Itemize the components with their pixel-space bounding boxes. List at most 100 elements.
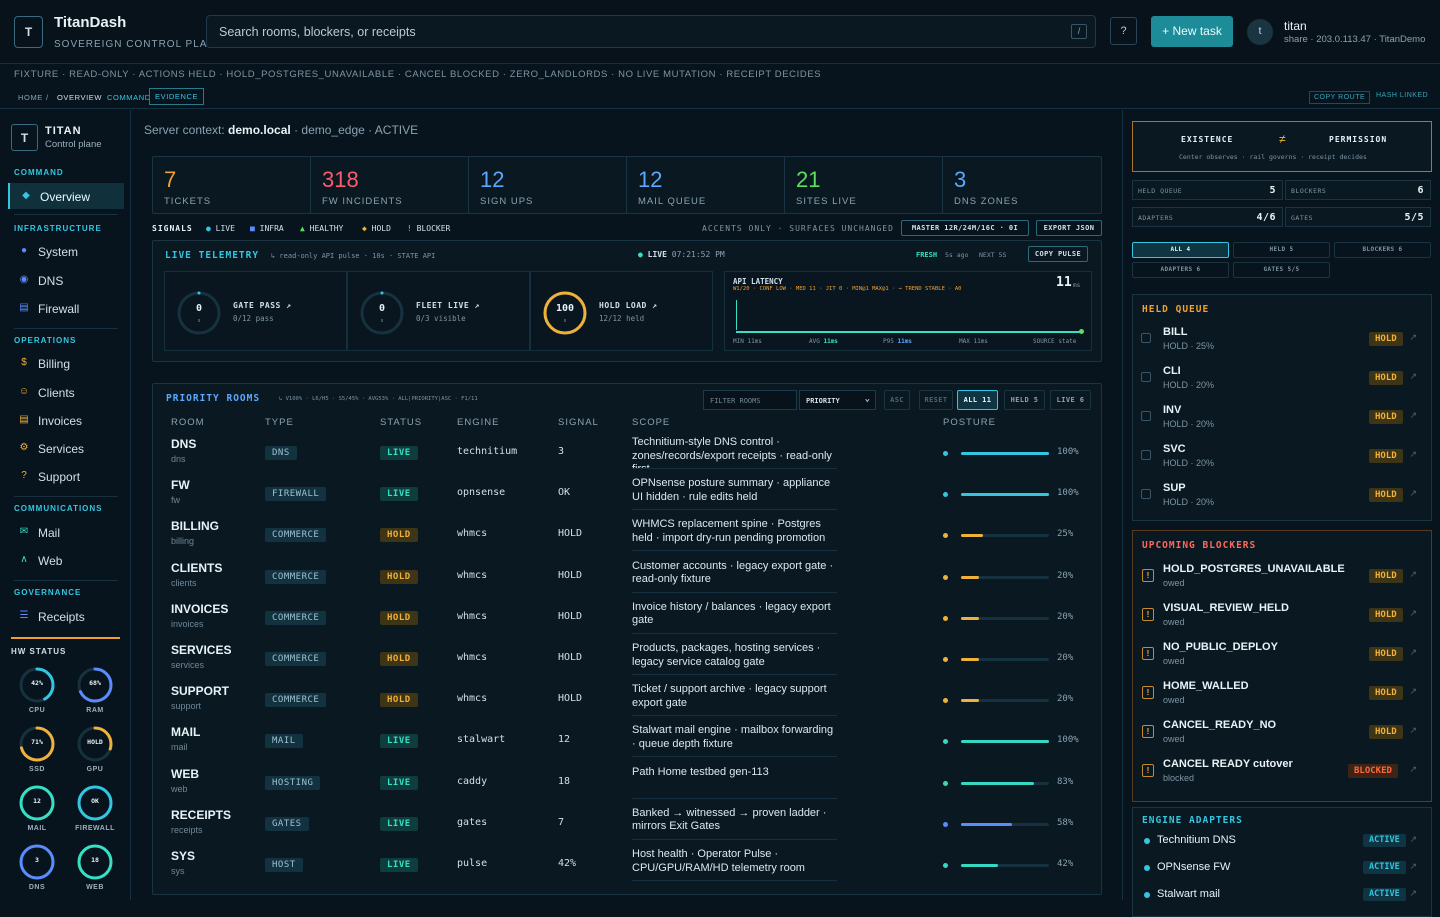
- rail-filter-button[interactable]: ADAPTERS 6: [1132, 262, 1229, 278]
- export-json-button[interactable]: EXPORT JSON: [1036, 220, 1102, 236]
- held-checkbox[interactable]: [1141, 411, 1151, 421]
- blocker-item[interactable]: ! NO_PUBLIC_DEPLOY owed HOLD ↗: [1133, 634, 1423, 673]
- sidebar-item-receipts[interactable]: ☰ Receipts: [8, 603, 124, 629]
- arrow-up-right-icon[interactable]: ↗: [1409, 861, 1417, 872]
- held-checkbox[interactable]: [1141, 450, 1151, 460]
- col-status[interactable]: STATUS: [380, 417, 422, 428]
- sidebar-item-clients[interactable]: ☺ Clients: [8, 379, 124, 405]
- master-button[interactable]: MASTER 12R/24M/16C · 0I: [901, 220, 1029, 236]
- sidebar-item-overview[interactable]: ◆ Overview: [8, 183, 124, 209]
- col-room[interactable]: ROOM: [171, 417, 205, 428]
- filter-live-button[interactable]: LIVE 6: [1050, 390, 1091, 410]
- arrow-up-right-icon[interactable]: ↗: [1409, 725, 1417, 736]
- stat-mail-queue[interactable]: 12 MAIL QUEUE: [627, 157, 785, 213]
- stat-tickets[interactable]: 7 TICKETS: [153, 157, 311, 213]
- sidebar-item-billing[interactable]: $ Billing: [8, 350, 124, 376]
- held-item[interactable]: SUP HOLD · 20% HOLD ↗: [1133, 475, 1423, 514]
- arrow-up-right-icon[interactable]: ↗: [1409, 888, 1417, 899]
- table-row[interactable]: SUPPORT support COMMERCE HOLD whmcs HOLD Ticke…: [163, 679, 1093, 720]
- table-row[interactable]: CLIENTS clients COMMERCE HOLD whmcs HOLD Custo…: [163, 556, 1093, 597]
- counter-adapters[interactable]: ADAPTERS 4/6: [1132, 207, 1283, 227]
- sidebar-item-firewall[interactable]: ▤ Firewall: [8, 295, 124, 321]
- stat-sites-live[interactable]: 21 SITES LIVE: [785, 157, 943, 213]
- held-checkbox[interactable]: [1141, 489, 1151, 499]
- rail-filter-button[interactable]: BLOCKERS 6: [1334, 242, 1431, 258]
- table-row[interactable]: SYS sys HOST LIVE pulse 42% Host health · Oper…: [163, 844, 1093, 885]
- sidebar-item-services[interactable]: ⚙ Services: [8, 435, 124, 461]
- new-task-button[interactable]: + New task: [1151, 16, 1233, 47]
- copy-route-button[interactable]: COPY ROUTE: [1309, 91, 1371, 104]
- arrow-up-right-icon[interactable]: ↗: [1409, 834, 1417, 845]
- filter-rooms-input[interactable]: FILTER ROOMS: [703, 390, 797, 410]
- adapter-item[interactable]: Stalwart mail ACTIVE ↗: [1133, 886, 1423, 910]
- rail-filter-button[interactable]: GATES 5/5: [1233, 262, 1330, 278]
- sidebar-item-invoices[interactable]: ▤ Invoices: [8, 407, 124, 433]
- search-input[interactable]: Search rooms, blockers, or receipts /: [206, 15, 1096, 48]
- stat-fw-incidents[interactable]: 318 FW INCIDENTS: [311, 157, 469, 213]
- table-row[interactable]: RECEIPTS receipts GATES LIVE gates 7 Banked → …: [163, 803, 1093, 844]
- sort-select[interactable]: PRIORITY ⌄: [799, 390, 876, 410]
- telemetry-gauge-card[interactable]: 100 s HOLD LOAD ↗ 12/12 held: [530, 271, 713, 351]
- arrow-up-right-icon[interactable]: ↗: [1409, 764, 1417, 775]
- held-item[interactable]: BILL HOLD · 25% HOLD ↗: [1133, 319, 1423, 358]
- breadcrumb-command[interactable]: COMMAND: [107, 93, 151, 102]
- blocker-item[interactable]: ! HOME_WALLED owed HOLD ↗: [1133, 673, 1423, 712]
- breadcrumb-overview[interactable]: OVERVIEW: [57, 93, 102, 102]
- adapter-item[interactable]: OPNsense FW ACTIVE ↗: [1133, 859, 1423, 883]
- stat-sign-ups[interactable]: 12 SIGN UPS: [469, 157, 627, 213]
- avatar[interactable]: t: [1247, 19, 1273, 45]
- table-row[interactable]: MAIL mail MAIL LIVE stalwart 12 Stalwart mail …: [163, 720, 1093, 761]
- col-type[interactable]: TYPE: [265, 417, 294, 428]
- sidebar-item-web[interactable]: ∧ Web: [8, 547, 124, 573]
- arrow-up-right-icon[interactable]: ↗: [1409, 647, 1417, 658]
- rail-filter-button[interactable]: HELD 5: [1233, 242, 1330, 258]
- blocker-item[interactable]: ! CANCEL_READY_NO owed HOLD ↗: [1133, 712, 1423, 751]
- col-signal[interactable]: SIGNAL: [558, 417, 599, 428]
- col-engine[interactable]: ENGINE: [457, 417, 499, 428]
- arrow-up-right-icon[interactable]: ↗: [1409, 569, 1417, 580]
- help-button[interactable]: ?: [1110, 17, 1137, 45]
- copy-pulse-button[interactable]: COPY PULSE: [1028, 246, 1088, 262]
- col-posture[interactable]: POSTURE: [943, 417, 996, 428]
- table-row[interactable]: FW fw FIREWALL LIVE opnsense OK OPNsense postu…: [163, 473, 1093, 514]
- adapter-item[interactable]: Technitium DNS ACTIVE ↗: [1133, 832, 1423, 856]
- breadcrumb-evidence[interactable]: EVIDENCE: [149, 88, 205, 105]
- col-scope[interactable]: SCOPE: [632, 417, 670, 428]
- counter-held-queue[interactable]: HELD QUEUE 5: [1132, 180, 1283, 200]
- blocker-item[interactable]: ! HOLD_POSTGRES_UNAVAILABLE owed HOLD ↗: [1133, 556, 1423, 595]
- telemetry-gauge-card[interactable]: 0 s GATE PASS ↗ 0/12 pass: [164, 271, 347, 351]
- arrow-up-right-icon[interactable]: ↗: [1409, 410, 1417, 421]
- arrow-up-right-icon[interactable]: ↗: [1409, 608, 1417, 619]
- filter-held-button[interactable]: HELD 5: [1004, 390, 1045, 410]
- telemetry-gauge-card[interactable]: 0 s FLEET LIVE ↗ 0/3 visible: [347, 271, 530, 351]
- arrow-up-right-icon[interactable]: ↗: [1409, 449, 1417, 460]
- table-row[interactable]: INVOICES invoices COMMERCE HOLD whmcs HOLD Inv…: [163, 597, 1093, 638]
- arrow-up-right-icon[interactable]: ↗: [1409, 488, 1417, 499]
- arrow-up-right-icon[interactable]: ↗: [1409, 332, 1417, 343]
- sidebar-item-dns[interactable]: ◉ DNS: [8, 267, 124, 293]
- reset-button[interactable]: RESET: [919, 390, 953, 410]
- held-checkbox[interactable]: [1141, 372, 1151, 382]
- filter-all-button[interactable]: ALL 11: [957, 390, 998, 410]
- table-row[interactable]: BILLING billing COMMERCE HOLD whmcs HOLD WHMCS…: [163, 514, 1093, 555]
- held-checkbox[interactable]: [1141, 333, 1151, 343]
- held-item[interactable]: INV HOLD · 20% HOLD ↗: [1133, 397, 1423, 436]
- sidebar-item-system[interactable]: ● System: [8, 238, 124, 264]
- sidebar-item-support[interactable]: ? Support: [8, 463, 124, 489]
- blocker-item[interactable]: ! VISUAL_REVIEW_HELD owed HOLD ↗: [1133, 595, 1423, 634]
- arrow-up-right-icon[interactable]: ↗: [1409, 371, 1417, 382]
- stat-dns-zones[interactable]: 3 DNS ZONES: [943, 157, 1101, 213]
- arrow-up-right-icon[interactable]: ↗: [1409, 686, 1417, 697]
- counter-gates[interactable]: GATES 5/5: [1285, 207, 1431, 227]
- breadcrumb-home[interactable]: HOME: [18, 93, 43, 102]
- blocker-item[interactable]: ! CANCEL READY cutover blocked BLOCKED ↗: [1133, 751, 1423, 790]
- held-item[interactable]: CLI HOLD · 20% HOLD ↗: [1133, 358, 1423, 397]
- table-row[interactable]: SERVICES services COMMERCE HOLD whmcs HOLD Pro…: [163, 638, 1093, 679]
- asc-button[interactable]: ASC: [884, 390, 910, 410]
- counter-blockers[interactable]: BLOCKERS 6: [1285, 180, 1431, 200]
- table-row[interactable]: DNS dns DNS LIVE technitium 3 Technitium-style…: [163, 432, 1093, 473]
- sidebar-item-mail[interactable]: ✉ Mail: [8, 519, 124, 545]
- table-row[interactable]: WEB web HOSTING LIVE caddy 18 Path Home testbe…: [163, 762, 1093, 803]
- rail-filter-button[interactable]: ALL 4: [1132, 242, 1229, 258]
- held-item[interactable]: SVC HOLD · 20% HOLD ↗: [1133, 436, 1423, 475]
